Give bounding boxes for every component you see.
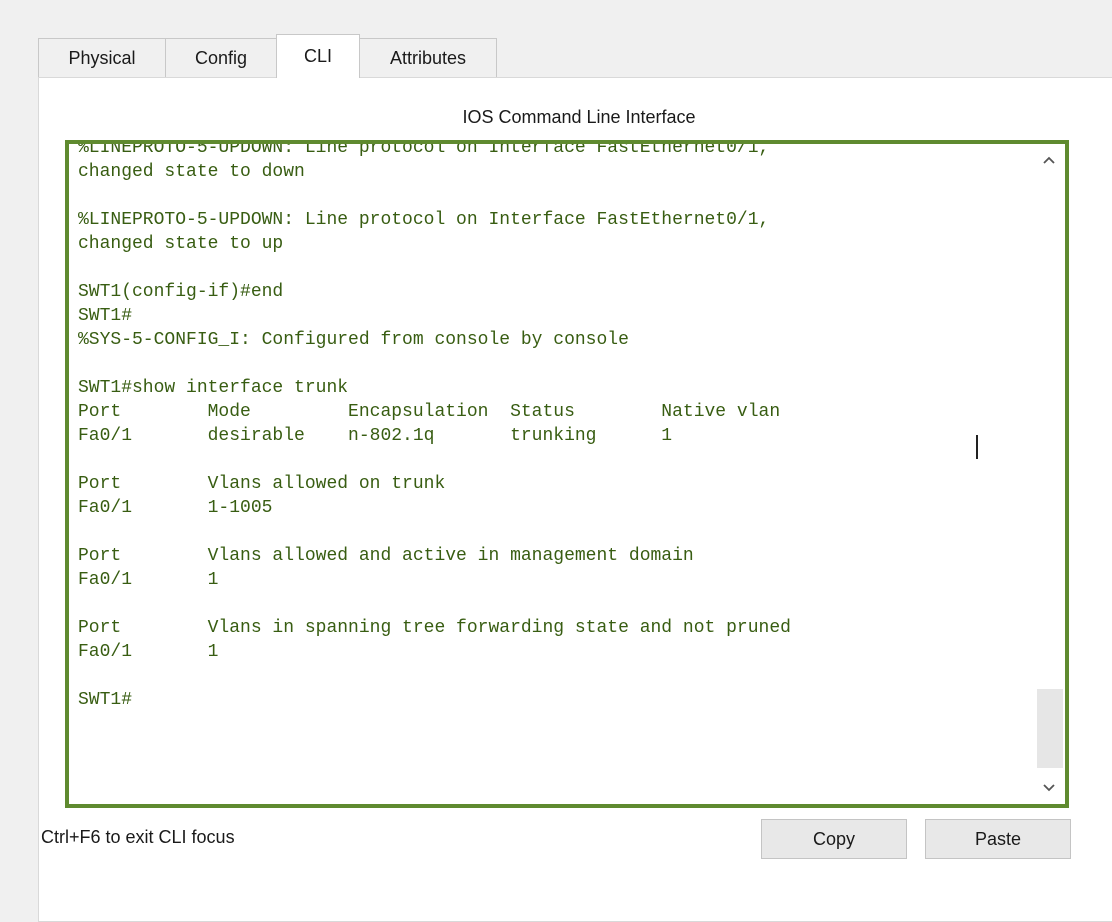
cli-panel: IOS Command Line Interface %LINEPROTO-5-… [38,77,1112,922]
console-line: changed state to up [78,234,284,254]
chevron-up-icon [1043,156,1055,164]
tab-cli[interactable]: CLI [276,34,360,78]
paste-button[interactable]: Paste [925,819,1071,859]
chevron-down-icon [1043,784,1055,792]
console-line: SWT1#show interface trunk [78,378,349,398]
console-line: SWT1# [78,306,133,326]
copy-button[interactable]: Copy [761,819,907,859]
tab-bar: Physical Config CLI Attributes [38,34,497,78]
console-line: Fa0/1 desirable n-802.1q trunking 1 [78,426,673,446]
text-cursor [976,435,978,459]
cli-console[interactable]: %LINEPROTO-5-UPDOWN: Line protocol on In… [65,140,1069,808]
scroll-down-button[interactable] [1033,774,1065,802]
console-output[interactable]: %LINEPROTO-5-UPDOWN: Line protocol on In… [78,140,1021,712]
tab-attributes[interactable]: Attributes [359,38,497,77]
console-line: SWT1# [78,690,133,710]
console-line: changed state to down [78,162,305,182]
console-line: Fa0/1 1-1005 [78,498,273,518]
tab-config[interactable]: Config [165,38,277,77]
scroll-thumb[interactable] [1037,689,1063,768]
console-line: %SYS-5-CONFIG_I: Configured from console… [78,330,629,350]
cli-focus-hint: Ctrl+F6 to exit CLI focus [41,827,235,847]
panel-title: IOS Command Line Interface [462,107,696,127]
console-line: Fa0/1 1 [78,570,219,590]
scroll-up-button[interactable] [1033,146,1065,174]
console-line: %LINEPROTO-5-UPDOWN: Line protocol on In… [78,140,770,158]
console-line: Fa0/1 1 [78,642,219,662]
console-line: Port Vlans allowed and active in managem… [78,546,694,566]
tab-physical[interactable]: Physical [38,38,166,77]
console-line: Port Vlans in spanning tree forwarding s… [78,618,791,638]
console-line: Port Vlans allowed on trunk [78,474,446,494]
console-scrollbar[interactable] [1033,144,1065,804]
console-line: SWT1(config-if)#end [78,282,284,302]
console-line: Port Mode Encapsulation Status Native vl… [78,402,781,422]
console-line: %LINEPROTO-5-UPDOWN: Line protocol on In… [78,210,770,230]
device-config-window: Physical Config CLI Attributes IOS Comma… [8,6,1112,922]
